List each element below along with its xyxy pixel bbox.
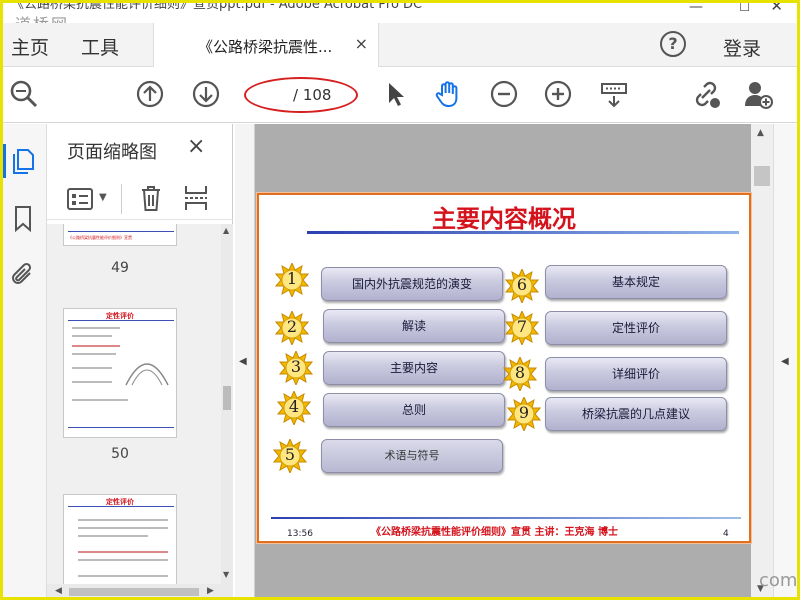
scroll-left-icon[interactable]: ◀ xyxy=(55,586,62,596)
toc-item-1[interactable]: 国内外抗震规范的演变 xyxy=(321,267,503,301)
footer-title: 《公路桥梁抗震性能评价细则》宣贯 主讲：王克海 博士 xyxy=(371,527,618,538)
page-view-icon[interactable] xyxy=(599,79,629,109)
dropdown-chevron-icon[interactable]: ▼ xyxy=(99,192,107,203)
scroll-down-icon[interactable]: ▼ xyxy=(223,570,229,579)
number-badge-9: 9 xyxy=(506,395,542,433)
extract-pages-icon[interactable] xyxy=(183,184,209,212)
scroll-up-icon[interactable]: ▲ xyxy=(223,226,229,235)
active-indicator xyxy=(3,144,6,178)
title-underline xyxy=(307,231,739,234)
number-badge-2: 2 xyxy=(274,309,310,347)
right-pane-handle[interactable]: ◀ xyxy=(773,124,797,597)
select-cursor-icon[interactable] xyxy=(381,79,411,109)
number-badge-3: 3 xyxy=(278,349,314,387)
watermark-corner: com xyxy=(759,570,798,591)
panel-close-icon[interactable]: × xyxy=(187,134,205,159)
number-badge-4: 4 xyxy=(276,389,312,427)
tab-close-icon[interactable]: × xyxy=(355,34,368,53)
toc-item-6[interactable]: 基本规定 xyxy=(545,265,727,299)
number-badge-8: 8 xyxy=(502,355,538,393)
thumbnail-page[interactable]: 定性评价 xyxy=(63,308,177,438)
panel-scrollbar[interactable]: ▲ ▼ xyxy=(221,224,233,584)
thumbnail-page[interactable]: 《公路桥梁抗震性能评价细则》宣贯 xyxy=(63,224,177,246)
next-page-icon[interactable] xyxy=(191,79,221,109)
left-nav-rail xyxy=(3,124,47,597)
toc-item-5[interactable]: 术语与符号 xyxy=(321,439,503,473)
panel-toolbar: ▼ xyxy=(47,180,233,220)
thumbnail-header: 《公路桥梁抗震性能评价细则》宣贯 xyxy=(68,235,132,240)
number-badge-6: 6 xyxy=(504,267,540,305)
slide-title: 主要内容概况 xyxy=(432,204,576,233)
window-close-button[interactable]: ✕ xyxy=(770,3,783,14)
thumbnail-number: 49 xyxy=(111,260,129,276)
login-link[interactable]: 登录 xyxy=(723,34,761,61)
menu-home[interactable]: 主页 xyxy=(11,33,49,60)
thumbnail-number: 50 xyxy=(111,446,129,462)
search-zoom-icon[interactable] xyxy=(9,79,39,109)
title-bar: 《公路桥梁抗震性能评价细则》宣贯ppt.pdf - Adobe Acrobat … xyxy=(3,3,797,23)
scroll-right-icon[interactable]: ▶ xyxy=(207,586,214,596)
previous-page-icon[interactable] xyxy=(135,79,165,109)
tool-divider xyxy=(121,184,122,214)
zoom-out-icon[interactable] xyxy=(489,79,519,109)
toc-item-9[interactable]: 桥梁抗震的几点建议 xyxy=(545,397,727,431)
toolbar: / 108 xyxy=(3,67,797,123)
collapse-panel-handle[interactable]: ◀ xyxy=(235,124,255,597)
add-user-icon[interactable] xyxy=(743,79,773,109)
toc-item-4[interactable]: 总则 xyxy=(323,393,505,427)
expand-right-icon[interactable]: ◀ xyxy=(781,356,789,367)
number-badge-5: 5 xyxy=(272,437,308,475)
doc-scroll-up-icon[interactable]: ▲ xyxy=(757,128,764,138)
horizontal-scroll-thumb[interactable] xyxy=(69,588,199,596)
document-scroll-thumb[interactable] xyxy=(754,166,770,186)
menu-tab-row: 主页 工具 《公路桥梁抗震性... × ? 登录 xyxy=(3,23,797,67)
hand-tool-icon[interactable] xyxy=(433,79,463,109)
highlight-ellipse xyxy=(244,77,358,113)
help-icon[interactable]: ? xyxy=(660,31,686,57)
thumbnails-panel: 页面缩略图 × ▼ 《公路桥梁抗震性能评价细则》宣贯 49 定性评价 50 定性… xyxy=(47,124,233,597)
document-scrollbar[interactable]: ▲ ▼ xyxy=(751,124,773,597)
footer-line xyxy=(271,517,741,519)
thumbnail-options-icon[interactable] xyxy=(67,188,93,210)
acrobat-window: 《公路桥梁抗震性能评价细则》宣贯ppt.pdf - Adobe Acrobat … xyxy=(0,0,800,600)
document-tab-title: 《公路桥梁抗震性... xyxy=(198,38,333,56)
panel-title: 页面缩略图 xyxy=(67,142,157,163)
toc-item-3[interactable]: 主要内容 xyxy=(323,351,505,385)
document-tab[interactable]: 《公路桥梁抗震性... × xyxy=(153,23,379,67)
bookmark-icon[interactable] xyxy=(9,204,37,233)
toc-item-2[interactable]: 解读 xyxy=(323,309,505,343)
footer-page-number: 4 xyxy=(723,529,729,539)
toc-item-7[interactable]: 定性评价 xyxy=(545,311,727,345)
number-badge-1: 1 xyxy=(274,261,310,299)
thumbnail-page[interactable]: 定性评价 xyxy=(63,494,177,584)
pdf-slide-page: 主要内容概况 1 国内外抗震规范的演变 2 解读 3 主要内容 4 总则 5 术… xyxy=(257,193,751,543)
toc-item-8[interactable]: 详细评价 xyxy=(545,357,727,391)
collapse-left-icon[interactable]: ◀ xyxy=(239,356,247,367)
footer-time: 13:56 xyxy=(287,529,313,539)
zoom-in-icon[interactable] xyxy=(543,79,573,109)
attachment-icon[interactable] xyxy=(9,260,37,288)
minimize-button[interactable]: — xyxy=(689,3,703,14)
thumbnail-list[interactable]: 《公路桥梁抗震性能评价细则》宣贯 49 定性评价 50 定性评价 xyxy=(47,224,221,584)
page-thumbnails-icon[interactable] xyxy=(9,146,37,174)
number-badge-7: 7 xyxy=(504,309,540,347)
panel-horizontal-scrollbar[interactable]: ◀ ▶ xyxy=(47,584,233,597)
trash-icon[interactable] xyxy=(139,184,163,212)
menu-tools[interactable]: 工具 xyxy=(81,33,119,60)
maximize-button[interactable]: ☐ xyxy=(739,3,750,14)
share-link-icon[interactable] xyxy=(691,79,721,109)
window-title: 《公路桥梁抗震性能评价细则》宣贯ppt.pdf - Adobe Acrobat … xyxy=(11,3,423,12)
panel-scroll-thumb[interactable] xyxy=(223,386,231,410)
